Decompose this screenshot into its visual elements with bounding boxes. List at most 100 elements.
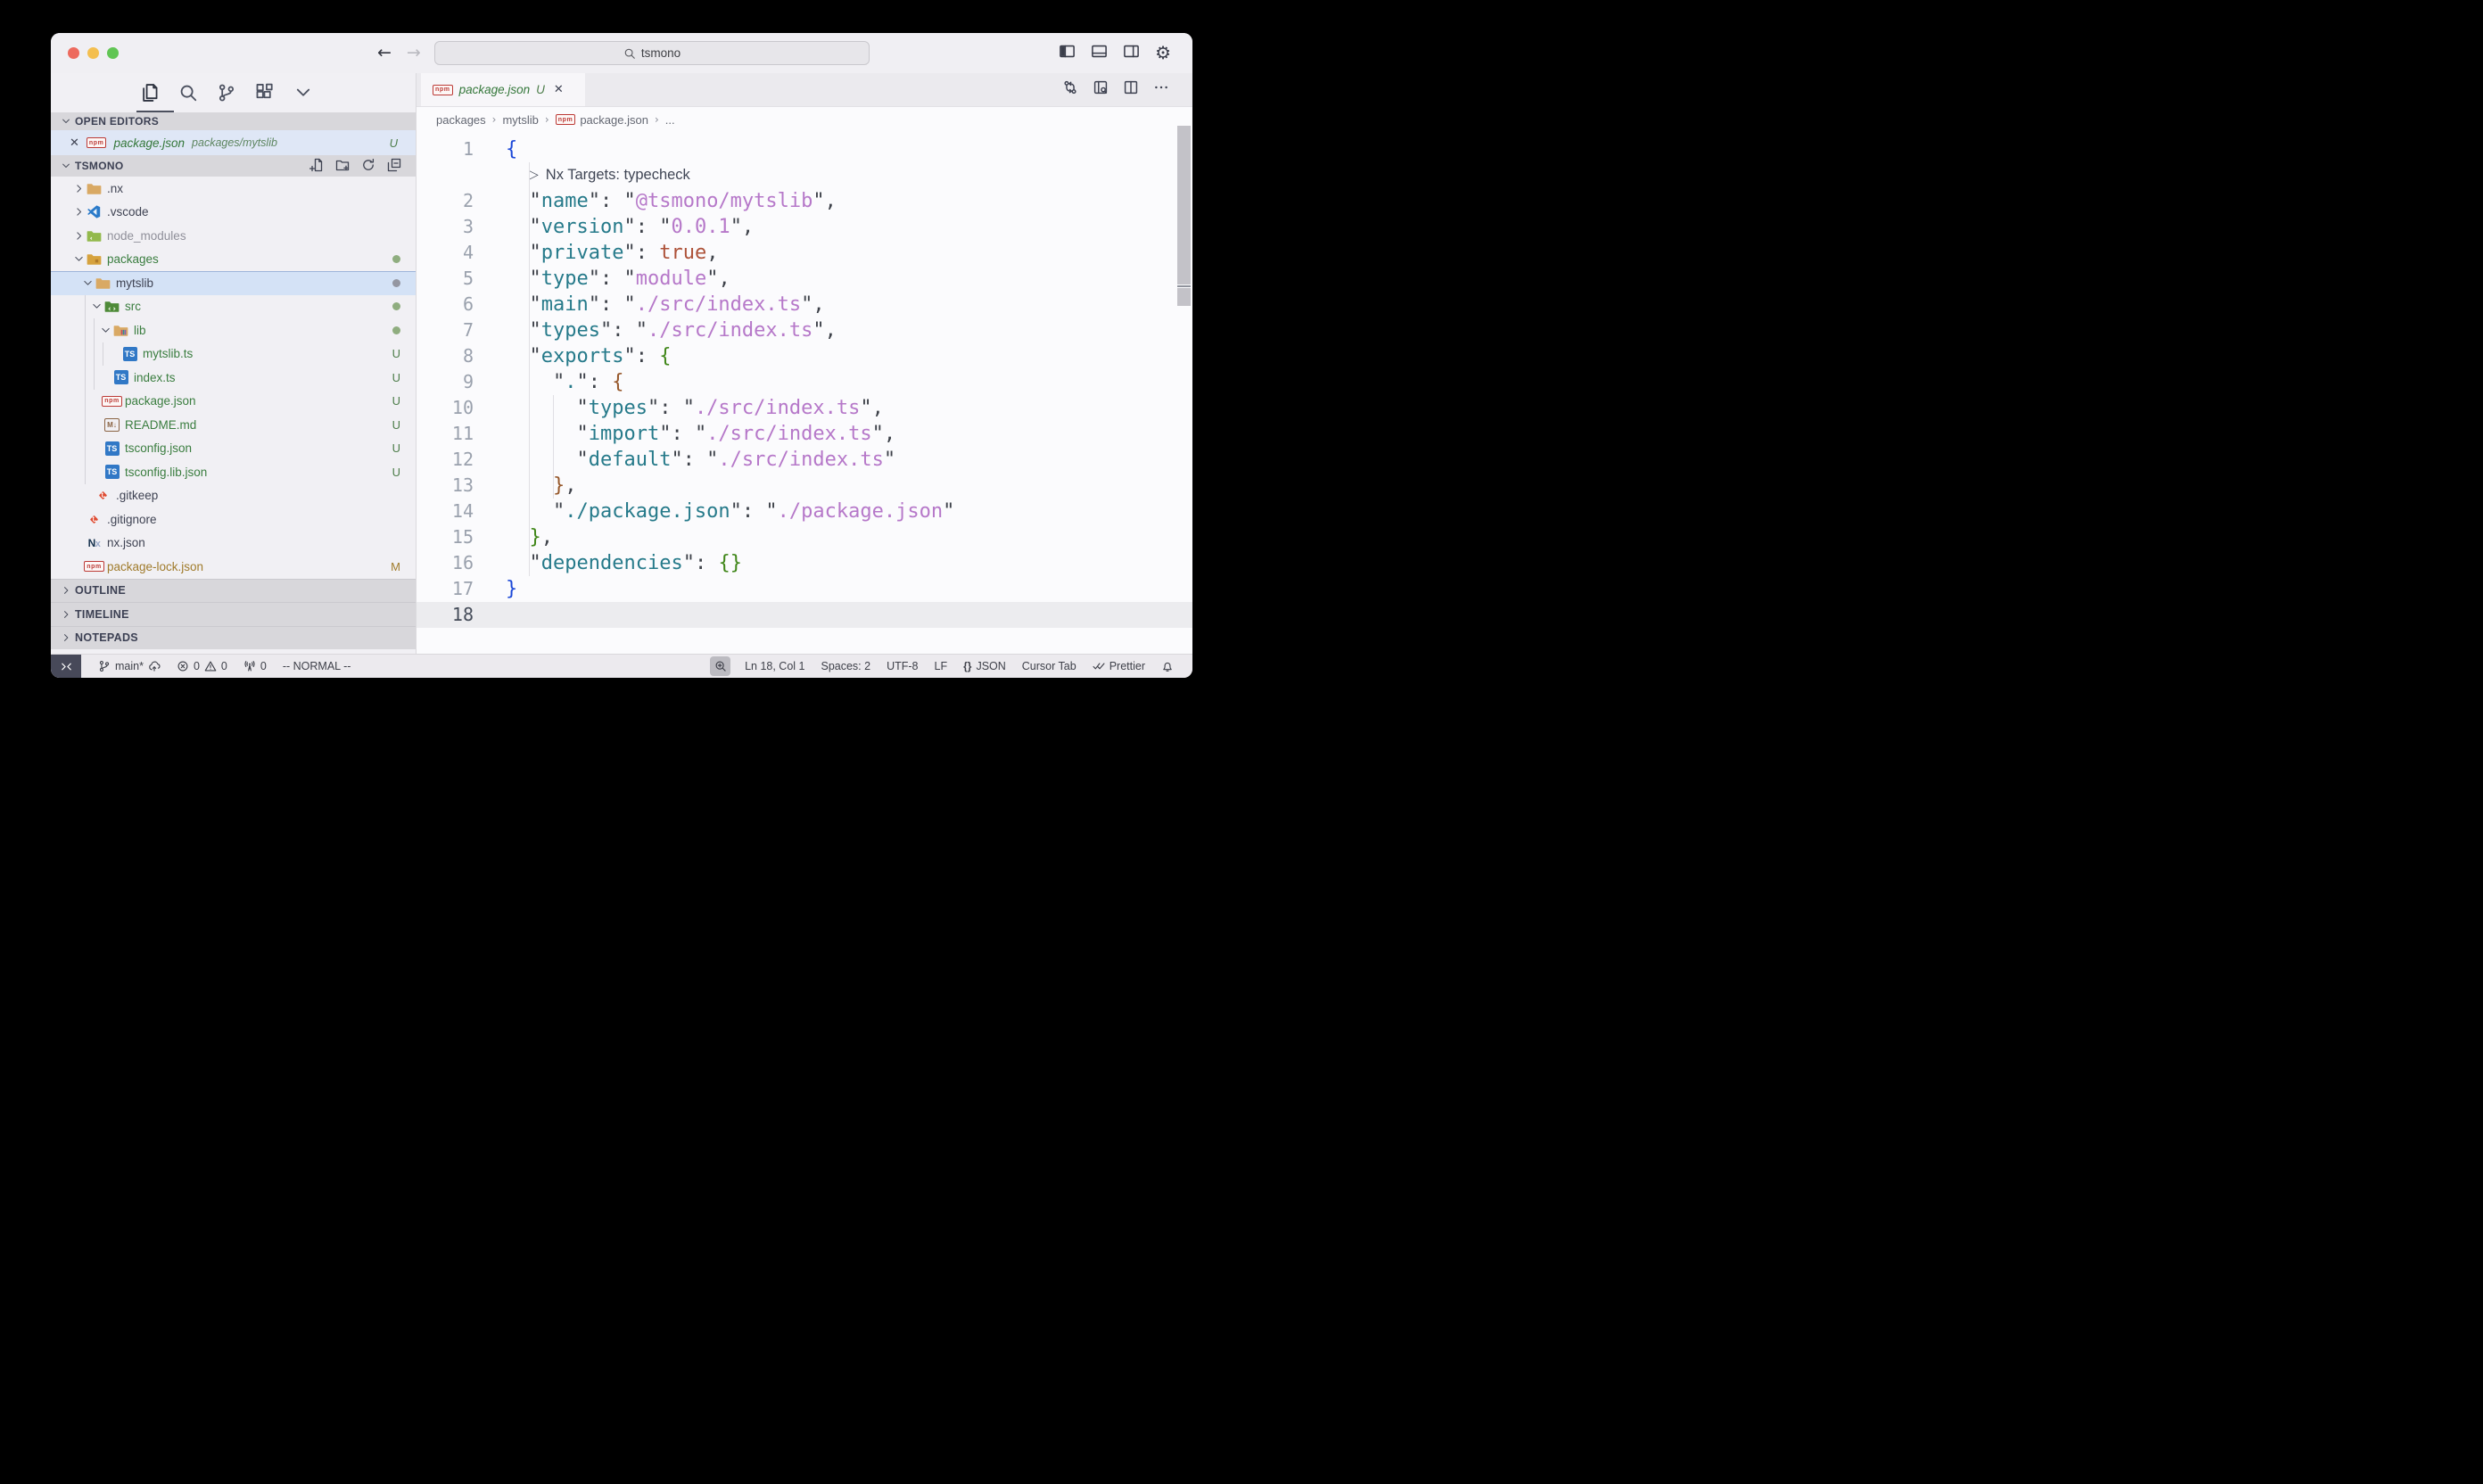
code-line-2[interactable]: 2 "name": "@tsmono/mytslib",	[417, 188, 1192, 214]
source-control-view-icon[interactable]	[217, 83, 236, 103]
tree-item-.gitkeep[interactable]: .gitkeep	[51, 484, 416, 508]
tree-item-tsconfig.json[interactable]: TS tsconfig.jsonU	[51, 437, 416, 461]
code-editor[interactable]: 1 { ▷Nx Targets: typecheck 2 "name": "@t…	[417, 132, 1192, 654]
typescript-icon: TS	[123, 347, 137, 361]
code-line-12[interactable]: 12 "default": "./src/index.ts"	[417, 447, 1192, 473]
tree-item-package.json[interactable]: npm package.jsonU	[51, 390, 416, 414]
braces-icon: {}	[963, 660, 971, 672]
section-header-timeline[interactable]: TIMELINE	[51, 602, 416, 626]
section-header-outline[interactable]: OUTLINE	[51, 579, 416, 603]
editor-scrollbar-thumb[interactable]	[1177, 126, 1191, 284]
encoding[interactable]: UTF-8	[879, 655, 926, 678]
code-line-11[interactable]: 11 "import": "./src/index.ts",	[417, 421, 1192, 447]
branch-status[interactable]: main*	[90, 655, 169, 678]
code-line-17[interactable]: 17 }	[417, 576, 1192, 602]
tree-item-packages[interactable]: packages	[51, 248, 416, 272]
explorer-root-title: TSMONO	[75, 160, 123, 172]
section-header-notepads[interactable]: NOTEPADS	[51, 626, 416, 650]
back-arrow-icon[interactable]: ←	[377, 45, 392, 62]
minimize-button[interactable]	[87, 47, 99, 59]
code-line-9[interactable]: 9 ".": {	[417, 369, 1192, 395]
tree-item-mytslib.ts[interactable]: TS mytslib.tsU	[51, 342, 416, 367]
code-line-4[interactable]: 4 "private": true,	[417, 240, 1192, 266]
open-editors-header[interactable]: OPEN EDITORS	[51, 112, 416, 130]
tree-item-lib[interactable]: lib	[51, 318, 416, 342]
tree-item-tsconfig.lib.json[interactable]: TS tsconfig.lib.jsonU	[51, 460, 416, 484]
collapse-folders-button[interactable]	[387, 158, 401, 175]
breadcrumb-item[interactable]: ...	[665, 113, 675, 127]
remote-indicator[interactable]	[51, 655, 81, 678]
new-folder-button[interactable]	[335, 158, 350, 175]
search-view-icon[interactable]	[178, 83, 198, 103]
code-line-3[interactable]: 3 "version": "0.0.1",	[417, 214, 1192, 240]
split-editor-button[interactable]	[1123, 79, 1139, 100]
breadcrumb-item[interactable]: npmpackage.json	[556, 113, 648, 127]
tree-item-node_modules[interactable]: node_modules	[51, 224, 416, 248]
close-button[interactable]	[68, 47, 79, 59]
line-number: 7	[417, 317, 474, 343]
more-actions-button[interactable]	[1153, 79, 1169, 100]
code-line-8[interactable]: 8 "exports": {	[417, 343, 1192, 369]
git-status-badge: U	[392, 371, 400, 384]
explorer-root-header[interactable]: TSMONO	[51, 155, 416, 177]
more-views-icon[interactable]	[293, 83, 313, 103]
vim-mode[interactable]: -- NORMAL --	[275, 655, 359, 678]
code-line-5[interactable]: 5 "type": "module",	[417, 266, 1192, 292]
forward-arrow-icon[interactable]: →	[407, 45, 421, 62]
close-icon[interactable]: ✕	[70, 136, 79, 150]
code-line-15[interactable]: 15 },	[417, 524, 1192, 550]
twistie-spacer	[90, 419, 103, 431]
tree-item-README.md[interactable]: M↓ README.mdU	[51, 413, 416, 437]
zoom-button[interactable]	[107, 47, 119, 59]
tab-close-icon[interactable]: ✕	[554, 83, 564, 96]
toggle-primary-sidebar-button[interactable]	[1059, 43, 1076, 64]
zoom-indicator[interactable]	[710, 656, 730, 676]
tree-item-.gitignore[interactable]: .gitignore	[51, 507, 416, 532]
new-file-button[interactable]	[309, 158, 324, 175]
toggle-panel-button[interactable]	[1091, 43, 1108, 64]
indentation[interactable]: Spaces: 2	[813, 655, 879, 678]
eol[interactable]: LF	[927, 655, 956, 678]
tab-package-json[interactable]: npm package.json U ✕	[421, 73, 585, 106]
codelens-nx-targets[interactable]: ▷Nx Targets: typecheck	[529, 162, 690, 188]
code-line-14[interactable]: 14 "./package.json": "./package.json"	[417, 499, 1192, 524]
cursor-tab[interactable]: Cursor Tab	[1014, 655, 1085, 678]
breadcrumb-item[interactable]: mytslib	[502, 113, 538, 127]
toggle-secondary-sidebar-button[interactable]	[1123, 43, 1140, 64]
refresh-explorer-button[interactable]	[361, 158, 375, 175]
section-title: NOTEPADS	[75, 631, 138, 644]
panel-search-icon	[1093, 79, 1109, 95]
problems-status[interactable]: 00	[169, 655, 235, 678]
breadcrumb-item[interactable]: packages	[436, 113, 486, 127]
code-line-16[interactable]: 16 "dependencies": {}	[417, 550, 1192, 576]
tree-item-package-lock.json[interactable]: npm package-lock.jsonM	[51, 555, 416, 579]
command-center-search[interactable]: tsmono	[434, 41, 870, 65]
code-line-13[interactable]: 13 },	[417, 473, 1192, 499]
extensions-view-icon[interactable]	[255, 83, 275, 103]
tree-item-.vscode[interactable]: .vscode	[51, 201, 416, 225]
notifications-bell[interactable]	[1153, 655, 1182, 678]
tree-item-.nx[interactable]: .nx	[51, 177, 416, 201]
code-line-1[interactable]: 1 {	[417, 136, 1192, 162]
editor-scrollbar-thumb-2[interactable]	[1177, 288, 1191, 306]
explorer-actions	[309, 158, 408, 175]
cursor-position[interactable]: Ln 18, Col 1	[737, 655, 813, 678]
settings-gear-button[interactable]: ⚙	[1155, 44, 1171, 63]
tree-item-src[interactable]: src	[51, 295, 416, 319]
formatter[interactable]: Prettier	[1085, 655, 1153, 678]
tree-item-nx.json[interactable]: Nx nx.json	[51, 532, 416, 556]
tree-item-mytslib[interactable]: mytslib	[51, 271, 416, 295]
search-editor-button[interactable]	[1093, 79, 1109, 100]
explorer-view-icon[interactable]	[140, 83, 160, 103]
tree-item-index.ts[interactable]: TS index.tsU	[51, 366, 416, 390]
code-line-10[interactable]: 10 "types": "./src/index.ts",	[417, 395, 1192, 421]
npm-icon: npm	[433, 85, 453, 95]
code-line-18[interactable]: 18	[417, 602, 1192, 628]
open-editor-item[interactable]: ✕ npm package.json packages/mytslib U	[51, 130, 416, 155]
language-mode[interactable]: {}JSON	[955, 655, 1014, 678]
code-line-6[interactable]: 6 "main": "./src/index.ts",	[417, 292, 1192, 317]
line-number: 6	[417, 292, 474, 317]
open-changes-button[interactable]	[1062, 79, 1078, 100]
code-line-7[interactable]: 7 "types": "./src/index.ts",	[417, 317, 1192, 343]
broadcast-status[interactable]: 0	[235, 655, 275, 678]
